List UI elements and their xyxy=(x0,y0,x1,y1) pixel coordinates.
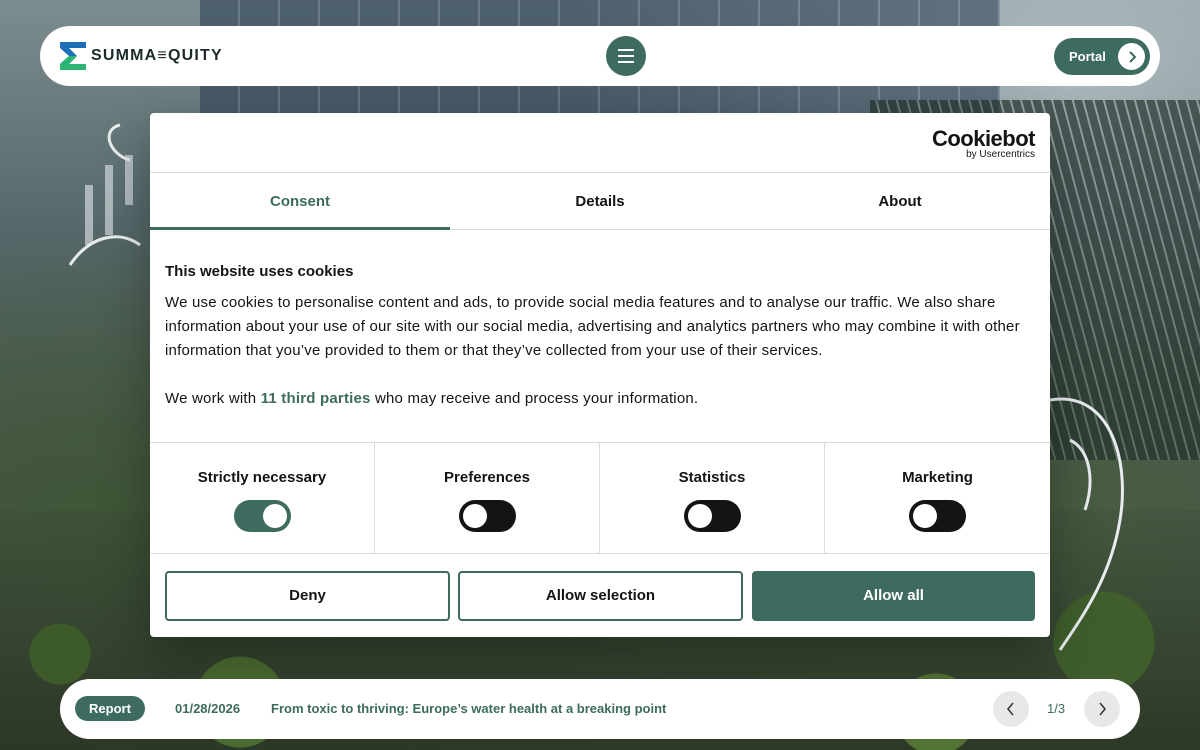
news-date: 01/28/2026 xyxy=(175,701,241,716)
category-label: Marketing xyxy=(902,469,973,486)
statistics-toggle[interactable] xyxy=(683,500,741,532)
category-strictly-necessary: Strictly necessary xyxy=(150,443,375,554)
site-header: SUMMA≡QUITY Portal xyxy=(40,26,1160,86)
tab-about[interactable]: About xyxy=(750,174,1050,230)
logo-mark-icon xyxy=(60,42,86,70)
consent-heading: This website uses cookies xyxy=(165,263,354,280)
chevron-left-icon xyxy=(1006,702,1014,716)
news-pager: 1/3 xyxy=(1047,701,1066,716)
dialog-header: Cookiebot by Usercentrics xyxy=(150,113,1050,173)
tab-consent[interactable]: Consent xyxy=(150,174,450,230)
next-news-button[interactable] xyxy=(1084,691,1120,727)
partners-text: We work with 11 third parties who may re… xyxy=(165,387,1035,411)
strictly-necessary-toggle[interactable] xyxy=(233,500,291,532)
logo-text: SUMMA≡QUITY xyxy=(91,47,223,64)
chevron-right-icon xyxy=(1099,702,1107,716)
cookiebot-logo[interactable]: Cookiebot by Usercentrics xyxy=(931,126,1036,161)
category-label: Statistics xyxy=(678,469,746,486)
portal-label: Portal xyxy=(1069,49,1106,64)
marketing-toggle[interactable] xyxy=(909,500,966,532)
category-label: Strictly necessary xyxy=(197,469,327,486)
toggle-knob xyxy=(262,504,287,528)
preferences-toggle[interactable] xyxy=(458,500,516,532)
chevron-right-icon xyxy=(1118,43,1145,70)
previous-news-button[interactable] xyxy=(993,691,1029,727)
menu-button[interactable] xyxy=(606,36,646,76)
partners-suffix: who may receive and process your informa… xyxy=(374,390,699,407)
toggle-knob xyxy=(687,504,712,528)
background-sketch-left xyxy=(68,123,141,266)
news-ticker: Report 01/28/2026 From toxic to thriving… xyxy=(60,679,1140,739)
category-preferences: Preferences xyxy=(375,443,600,554)
third-parties-link[interactable]: 11 third parties xyxy=(261,390,371,407)
consent-buttons: Deny Allow selection Allow all xyxy=(165,571,1035,621)
hamburger-icon xyxy=(618,49,634,63)
portal-button[interactable]: Portal xyxy=(1054,38,1150,75)
deny-button[interactable]: Deny xyxy=(165,571,450,621)
toggle-knob xyxy=(462,504,487,528)
summa-equity-logo[interactable]: SUMMA≡QUITY xyxy=(60,42,223,70)
allow-all-button[interactable]: Allow all xyxy=(752,571,1035,621)
category-statistics: Statistics xyxy=(600,443,825,554)
category-marketing: Marketing xyxy=(825,443,1050,554)
toggle-knob xyxy=(913,504,937,528)
tab-details[interactable]: Details xyxy=(450,174,750,230)
cookie-consent-dialog: Cookiebot by Usercentrics Consent Detail… xyxy=(150,113,1050,637)
news-title-link[interactable]: From toxic to thriving: Europe’s water h… xyxy=(271,701,666,716)
dialog-tabs: Consent Details About xyxy=(150,174,1050,230)
background-sketch-right xyxy=(1049,397,1124,651)
consent-description: We use cookies to personalise content an… xyxy=(165,294,1020,359)
category-label: Preferences xyxy=(444,469,530,486)
allow-selection-button[interactable]: Allow selection xyxy=(458,571,743,621)
report-badge: Report xyxy=(75,696,145,721)
partners-prefix: We work with xyxy=(165,390,257,407)
consent-categories: Strictly necessary Preferences Statistic… xyxy=(150,442,1050,554)
consent-body: This website uses cookies We use cookies… xyxy=(165,263,1035,411)
cookiebot-brand: Cookiebot xyxy=(931,126,1036,151)
